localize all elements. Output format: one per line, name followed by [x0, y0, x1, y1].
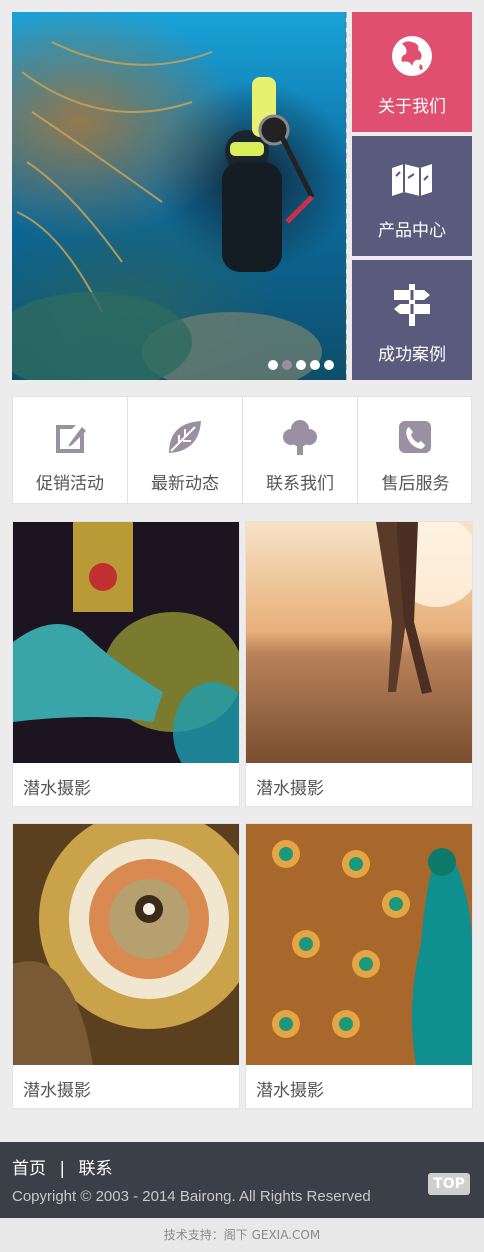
gallery-card[interactable]: 潜水摄影 — [245, 521, 473, 807]
slider-dot[interactable] — [282, 360, 292, 370]
nav-item-news[interactable]: 最新动态 — [128, 397, 243, 503]
edit-icon — [56, 425, 86, 453]
card-label: 潜水摄影 — [256, 779, 324, 799]
nav-label: 联系我们 — [266, 474, 334, 494]
gallery-card[interactable]: 潜水摄影 — [12, 823, 240, 1109]
tile-cases[interactable]: 成功案例 — [352, 260, 472, 380]
nav-item-after-sales[interactable]: 售后服务 — [358, 397, 473, 503]
slider-dot[interactable] — [324, 360, 334, 370]
footer-separator: | — [59, 1159, 66, 1179]
footer-link-home[interactable]: 首页 — [12, 1159, 46, 1179]
gallery-card[interactable]: 潜水摄影 — [12, 521, 240, 807]
footer: 首页 | 联系 Copyright © 2003 - 2014 Bairong.… — [0, 1142, 484, 1218]
nav-label: 促销活动 — [36, 474, 104, 494]
nav-label: 售后服务 — [381, 474, 450, 494]
slider-dot[interactable] — [296, 360, 306, 370]
map-icon — [392, 164, 432, 196]
hero-divider — [345, 12, 347, 380]
tile-label: 关于我们 — [378, 97, 446, 117]
card-image — [246, 824, 472, 1065]
copyright-text: Copyright © 2003 - 2014 Bairong. All Rig… — [12, 1188, 371, 1205]
quick-nav: 促销活动 最新动态 联系我们 售后服务 — [12, 396, 472, 504]
footer-links: 首页 | 联系 — [12, 1154, 113, 1179]
back-to-top-button[interactable]: TOP — [428, 1173, 470, 1195]
tile-about-us[interactable]: 关于我们 — [352, 12, 472, 132]
card-image — [13, 522, 239, 763]
tech-support-text: 技术支持：阁下 GEXIA.COM — [0, 1218, 484, 1252]
tile-label: 产品中心 — [378, 221, 446, 241]
card-image — [246, 522, 472, 763]
leaf-icon — [169, 421, 201, 453]
slider-dot[interactable] — [268, 360, 278, 370]
slider-dots — [268, 360, 334, 370]
hero-slider[interactable] — [12, 12, 346, 380]
tile-products[interactable]: 产品中心 — [352, 136, 472, 256]
globe-icon — [392, 36, 432, 76]
signpost-icon — [394, 284, 430, 326]
hero-illustration — [12, 41, 322, 380]
nav-label: 最新动态 — [151, 474, 219, 494]
tree-icon — [283, 420, 317, 455]
phone-icon — [399, 421, 431, 453]
slider-dot[interactable] — [310, 360, 320, 370]
card-label: 潜水摄影 — [23, 1081, 91, 1101]
nav-item-promotions[interactable]: 促销活动 — [13, 397, 128, 503]
footer-link-contact[interactable]: 联系 — [79, 1159, 113, 1179]
nav-item-contact[interactable]: 联系我们 — [243, 397, 358, 503]
card-label: 潜水摄影 — [256, 1081, 324, 1101]
tile-label: 成功案例 — [378, 345, 446, 365]
card-label: 潜水摄影 — [23, 779, 91, 799]
card-image — [13, 824, 239, 1065]
gallery-card[interactable]: 潜水摄影 — [245, 823, 473, 1109]
